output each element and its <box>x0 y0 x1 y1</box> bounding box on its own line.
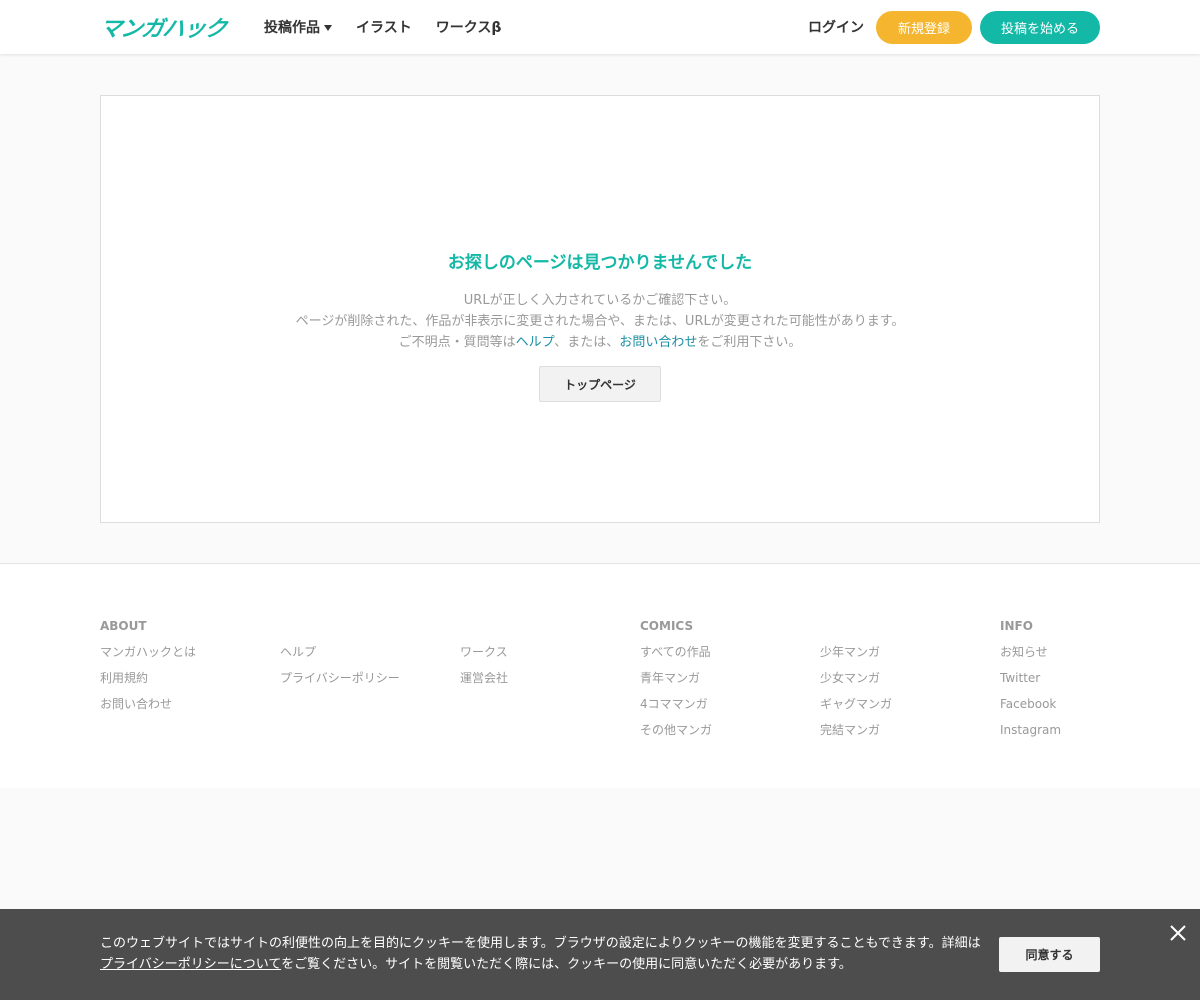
close-icon[interactable] <box>1166 921 1190 945</box>
footer-heading-comics: COMICS <box>640 619 694 633</box>
cookie-text-part-1: このウェブサイトではサイトの利便性の向上を目的にクッキーを使用します。ブラウザの… <box>100 936 981 951</box>
footer-about-col-2: ヘルプ プライバシーポリシー <box>280 616 400 694</box>
footer-link-news[interactable]: お知らせ <box>1000 642 1061 668</box>
footer-link-terms[interactable]: 利用規約 <box>100 668 196 694</box>
help-link[interactable]: ヘルプ <box>516 335 555 350</box>
footer-link-seinen[interactable]: 青年マンガ <box>640 668 712 694</box>
footer-link-works[interactable]: ワークス <box>460 642 508 668</box>
footer-link-completed[interactable]: 完結マンガ <box>820 720 892 746</box>
footer-heading-about: ABOUT <box>100 619 147 633</box>
cookie-agree-button[interactable]: 同意する <box>999 937 1100 972</box>
register-button[interactable]: 新規登録 <box>876 10 972 44</box>
footer-link-about[interactable]: マンガハックとは <box>100 642 196 668</box>
footer-info-col: INFO お知らせ Twitter Facebook Instagram <box>1000 616 1061 746</box>
login-link[interactable]: ログイン <box>808 17 864 37</box>
footer-link-all-works[interactable]: すべての作品 <box>640 642 712 668</box>
site-logo[interactable]: マンガハック <box>98 11 232 43</box>
error-line-3-suffix: をご利用下さい。 <box>697 335 802 350</box>
footer-link-twitter[interactable]: Twitter <box>1000 668 1061 694</box>
error-line-3: ご不明点・質問等はヘルプ、または、お問い合わせをご利用下さい。 <box>101 332 1099 353</box>
not-found-card: お探しのページは見つかりませんでした URLが正しく入力されているかご確認下さい… <box>100 95 1100 523</box>
footer-link-privacy[interactable]: プライバシーポリシー <box>280 668 400 694</box>
cookie-policy-link[interactable]: プライバシーポリシーについて <box>100 957 281 972</box>
site-header: マンガハック 投稿作品 イラスト ワークスβ ログイン 新規登録 投稿を始める <box>0 0 1200 54</box>
top-page-button[interactable]: トップページ <box>539 366 661 402</box>
cookie-message: このウェブサイトではサイトの利便性の向上を目的にクッキーを使用します。ブラウザの… <box>100 933 985 975</box>
footer-link-shojo[interactable]: 少女マンガ <box>820 668 892 694</box>
error-line-3-prefix: ご不明点・質問等は <box>398 335 516 350</box>
site-footer: ABOUT マンガハックとは 利用規約 お問い合わせ ヘルプ プライバシーポリシ… <box>0 563 1200 788</box>
footer-link-other[interactable]: その他マンガ <box>640 720 712 746</box>
footer-heading-spacer <box>280 616 400 636</box>
header-inner: マンガハック 投稿作品 イラスト ワークスβ ログイン 新規登録 投稿を始める <box>98 0 1100 54</box>
footer-heading-spacer <box>460 616 508 636</box>
error-line-3-middle: 、または、 <box>554 335 620 350</box>
cookie-text-part-2: をご覧ください。サイトを閲覧いただく際には、クッキーの使用に同意いただく必要があ… <box>281 957 852 972</box>
cookie-consent-bar: このウェブサイトではサイトの利便性の向上を目的にクッキーを使用します。ブラウザの… <box>0 909 1200 1000</box>
nav-item-label: 投稿作品 <box>264 20 320 36</box>
error-title: お探しのページは見つかりませんでした <box>447 253 753 273</box>
footer-about-col-3: ワークス 運営会社 <box>460 616 508 694</box>
footer-comics-col-2: 少年マンガ 少女マンガ ギャグマンガ 完結マンガ <box>820 616 892 746</box>
footer-link-shonen[interactable]: 少年マンガ <box>820 642 892 668</box>
footer-comics-col-1: COMICS すべての作品 青年マンガ 4コママンガ その他マンガ <box>640 616 712 746</box>
nav-item-posted-works[interactable]: 投稿作品 <box>264 17 332 37</box>
nav-item-works-beta[interactable]: ワークスβ <box>436 17 502 37</box>
footer-link-help[interactable]: ヘルプ <box>280 642 400 668</box>
header-actions: ログイン 新規登録 投稿を始める <box>808 10 1100 44</box>
footer-link-contact[interactable]: お問い合わせ <box>100 694 196 720</box>
footer-link-instagram[interactable]: Instagram <box>1000 720 1061 746</box>
start-posting-button[interactable]: 投稿を始める <box>980 10 1100 44</box>
close-icon-graphic <box>1170 925 1186 941</box>
error-line-2: ページが削除された、作品が非表示に変更された場合や、または、URLが変更された可… <box>295 314 905 329</box>
footer-heading-info: INFO <box>1000 619 1033 633</box>
footer-link-company[interactable]: 運営会社 <box>460 668 508 694</box>
footer-link-gag[interactable]: ギャグマンガ <box>820 694 892 720</box>
footer-heading-spacer <box>820 616 892 636</box>
caret-down-icon <box>324 24 332 31</box>
error-line-1: URLが正しく入力されているかご確認下さい。 <box>463 293 737 308</box>
contact-link[interactable]: お問い合わせ <box>619 335 697 350</box>
nav-item-illust[interactable]: イラスト <box>356 17 412 37</box>
main-nav: 投稿作品 イラスト ワークスβ <box>264 17 525 37</box>
footer-about-col-1: ABOUT マンガハックとは 利用規約 お問い合わせ <box>100 616 196 720</box>
error-message: URLが正しく入力されているかご確認下さい。 ページが削除された、作品が非表示に… <box>101 290 1099 353</box>
footer-link-facebook[interactable]: Facebook <box>1000 694 1061 720</box>
footer-link-4koma[interactable]: 4コママンガ <box>640 694 712 720</box>
